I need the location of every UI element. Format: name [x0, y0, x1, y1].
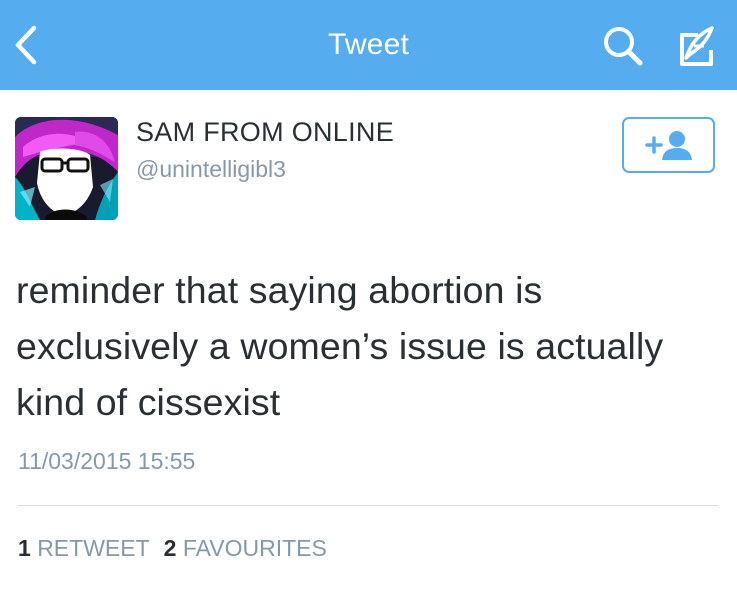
search-icon	[604, 27, 643, 66]
tweet-detail-screen: Tweet SAM FROM ONLINE @unintelligibl3 re…	[0, 0, 737, 589]
search-button[interactable]	[600, 22, 648, 70]
retweets-count: 1	[18, 535, 31, 561]
username[interactable]: @unintelligibl3	[136, 156, 286, 183]
favourites-label: FAVOURITES	[182, 535, 327, 561]
tweet-stats: 1 RETWEET 2 FAVOURITES	[18, 535, 327, 562]
favourites-count: 2	[163, 535, 177, 561]
divider	[18, 505, 718, 506]
add-user-icon	[645, 131, 692, 160]
follow-button[interactable]	[622, 117, 715, 173]
retweets-stat[interactable]: 1 RETWEET	[18, 535, 150, 561]
compose-icon	[680, 26, 714, 66]
favourites-stat[interactable]: 2 FAVOURITES	[164, 535, 327, 561]
avatar[interactable]	[15, 117, 118, 220]
tweet-text: reminder that saying abortion is exclusi…	[16, 269, 664, 423]
display-name[interactable]: SAM FROM ONLINE	[136, 117, 394, 148]
profile-photo	[15, 117, 118, 220]
compose-button[interactable]	[668, 22, 722, 70]
retweets-label: RETWEET	[37, 535, 150, 561]
navigation-bar: Tweet	[0, 0, 737, 90]
tweet-timestamp: 11/03/2015 15:55	[18, 448, 196, 474]
